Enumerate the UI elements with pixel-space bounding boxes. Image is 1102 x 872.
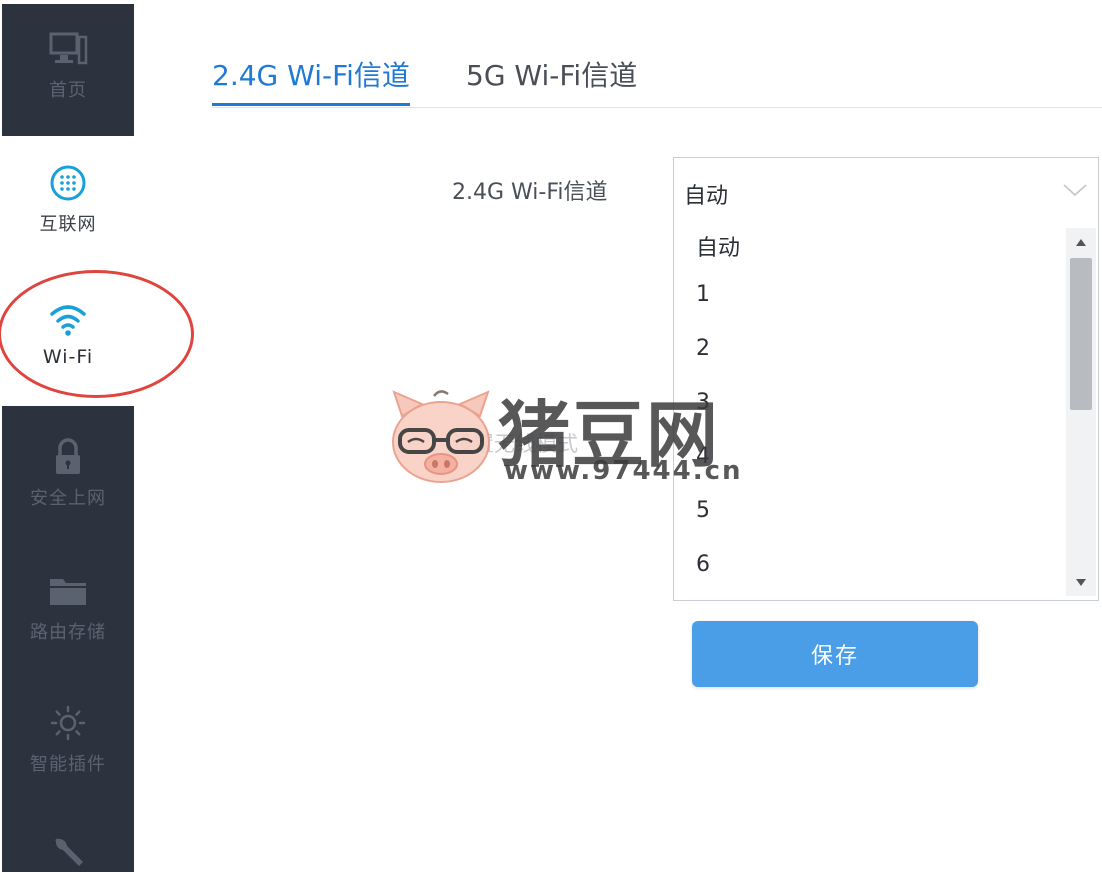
scroll-down-arrow-icon[interactable]	[1066, 572, 1096, 592]
channel-select-head[interactable]: 自动	[674, 158, 1098, 224]
scrollbar-thumb[interactable]	[1070, 258, 1092, 410]
sidebar-item-storage[interactable]: 路由存储	[2, 570, 134, 644]
watermark-url: www.97444.cn	[504, 456, 743, 486]
plugin-sun-icon	[47, 702, 89, 744]
sidebar-item-plugins[interactable]: 智能插件	[2, 702, 134, 776]
channel-option-1[interactable]: 1	[696, 282, 710, 307]
sidebar-item-internet[interactable]: 互联网	[2, 162, 134, 236]
sidebar: 首页 互联网 Wi-Fi 安全上网 路由存储 智能插件	[2, 4, 134, 872]
monitor-icon	[47, 28, 89, 70]
sidebar-item-label: 安全上网	[30, 488, 106, 509]
channel-option-auto[interactable]: 自动	[696, 230, 740, 262]
save-button[interactable]: 保存	[692, 621, 978, 687]
chevron-down-icon	[1062, 182, 1088, 198]
tab-2-4g-channel[interactable]: 2.4G Wi-Fi信道	[212, 54, 410, 106]
sidebar-item-tools[interactable]	[2, 830, 134, 872]
tab-5g-channel[interactable]: 5G Wi-Fi信道	[466, 54, 637, 106]
channel-selected-value: 自动	[684, 184, 729, 209]
sidebar-item-label: 路由存储	[30, 622, 106, 643]
channel-field-label: 2.4G Wi-Fi信道	[452, 180, 608, 205]
channel-tabs: 2.4G Wi-Fi信道 5G Wi-Fi信道	[212, 52, 1102, 108]
lock-icon	[47, 436, 89, 478]
channel-option-6[interactable]: 6	[696, 552, 710, 577]
wifi-icon	[47, 298, 89, 340]
sidebar-item-label: 智能插件	[30, 754, 106, 775]
folder-icon	[47, 570, 89, 612]
channel-option-5[interactable]: 5	[696, 498, 710, 523]
sidebar-item-label: Wi-Fi	[42, 346, 94, 368]
channel-options-list: 自动 1 2 3 4 5 6	[674, 224, 1098, 600]
sidebar-item-label: 首页	[49, 80, 87, 101]
scroll-up-arrow-icon[interactable]	[1066, 232, 1096, 252]
options-scrollbar[interactable]	[1066, 228, 1096, 596]
sidebar-item-label: 互联网	[39, 214, 97, 235]
sidebar-item-home[interactable]: 首页	[2, 28, 134, 102]
sidebar-item-wifi[interactable]: Wi-Fi	[2, 298, 134, 368]
globe-icon	[47, 162, 89, 204]
channel-select[interactable]: 自动 自动 1 2 3 4 5 6	[673, 157, 1099, 601]
sidebar-item-security[interactable]: 安全上网	[2, 436, 134, 510]
channel-option-2[interactable]: 2	[696, 336, 710, 361]
pig-mascot-icon	[388, 386, 494, 486]
wrench-icon	[47, 830, 89, 872]
router-admin-page: 首页 互联网 Wi-Fi 安全上网 路由存储 智能插件 2.4G Wi-Fi信道…	[0, 0, 1102, 872]
